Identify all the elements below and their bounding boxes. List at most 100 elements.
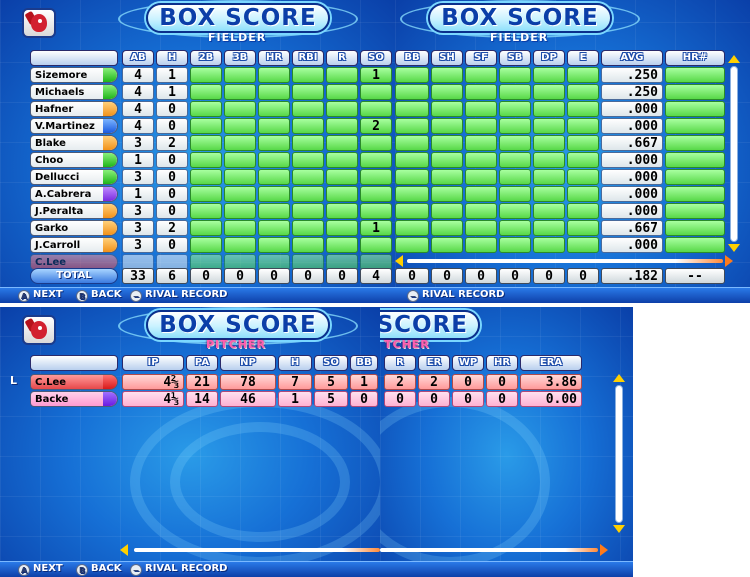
stat-cell-r: 0 (384, 391, 416, 407)
avg-cell: .000 (601, 186, 663, 202)
rival-record-hint[interactable]: − RIVAL RECORD (130, 563, 227, 576)
column-header-dp: DP (533, 50, 565, 66)
player-name[interactable]: A.Cabrera (30, 186, 118, 202)
stat-cell-sb (499, 169, 531, 185)
scroll-up-arrow-icon[interactable] (728, 55, 740, 63)
minus-button-icon: − (130, 564, 142, 576)
vertical-scrollbar[interactable] (730, 66, 738, 242)
horizontal-scrollbar[interactable] (407, 259, 723, 263)
player-name[interactable]: Hafner (30, 101, 118, 117)
stat-cell-hr-no (665, 220, 725, 236)
scroll-down-arrow-icon[interactable] (613, 525, 625, 533)
stat-cell-h: 0 (156, 186, 188, 202)
stat-cell-3b (224, 84, 256, 100)
pitcher-subtitle: PITCHER (206, 338, 266, 351)
stat-cell-so (360, 186, 392, 202)
stat-cell-so (360, 152, 392, 168)
total-cell-avg: .182 (601, 268, 663, 284)
stat-cell-3b (224, 152, 256, 168)
stat-cell-rbi (292, 135, 324, 151)
back-hint[interactable]: B BACK (76, 289, 121, 302)
player-name[interactable]: Blake (30, 135, 118, 151)
button-hint-bar: − RIVAL RECORD (395, 287, 750, 303)
horizontal-scrollbar[interactable] (134, 548, 380, 552)
stat-cell-r: 2 (384, 374, 416, 390)
stat-cell-rbi (292, 169, 324, 185)
rival-record-hint[interactable]: − RIVAL RECORD (407, 289, 504, 302)
stat-cell-sb (499, 203, 531, 219)
next-hint[interactable]: A NEXT (18, 289, 63, 302)
stat-cell-rbi (292, 67, 324, 83)
stat-cell-sh (431, 152, 463, 168)
scroll-left-arrow-icon[interactable] (395, 255, 403, 267)
stat-cell-np: 46 (220, 391, 276, 407)
minus-button-icon: − (130, 290, 142, 302)
player-name[interactable]: J.Carroll (30, 237, 118, 253)
stat-cell-hr-no (665, 169, 725, 185)
minus-button-icon: − (407, 290, 419, 302)
player-name[interactable]: Michaels (30, 84, 118, 100)
column-header-2b: 2B (190, 50, 222, 66)
stat-cell-2b (190, 237, 222, 253)
total-cell-ab: 33 (122, 268, 154, 284)
stat-cell-e (567, 152, 599, 168)
stat-cell-ip: 4⅓ (122, 391, 184, 407)
horizontal-scrollbar[interactable] (380, 548, 598, 552)
stat-cell-sb (499, 101, 531, 117)
player-name[interactable]: Dellucci (30, 169, 118, 185)
player-name[interactable]: Choo (30, 152, 118, 168)
player-position-tab (103, 238, 117, 252)
stat-cell-3b (224, 169, 256, 185)
player-position-tab (103, 153, 117, 167)
player-position-tab (103, 136, 117, 150)
player-name[interactable]: Sizemore (30, 67, 118, 83)
stat-cell-3b (224, 67, 256, 83)
stat-cell-wp: 0 (452, 391, 484, 407)
total-cell-rbi: 0 (292, 268, 324, 284)
column-header-sh: SH (431, 50, 463, 66)
stat-cell-rbi (292, 101, 324, 117)
stat-cell-e (567, 169, 599, 185)
column-header-ab: AB (122, 50, 154, 66)
stat-cell-e (567, 118, 599, 134)
stat-cell-sh (431, 67, 463, 83)
player-name[interactable]: Garko (30, 220, 118, 236)
pitcher-name[interactable]: C.Lee (30, 374, 118, 390)
losing-pitcher-marker: L (10, 374, 18, 387)
column-header-3b: 3B (224, 50, 256, 66)
stat-cell-2b (190, 186, 222, 202)
stat-cell-dp (533, 84, 565, 100)
stat-cell-r (326, 186, 358, 202)
stat-cell-so (360, 84, 392, 100)
stat-cell-hr-no (665, 101, 725, 117)
rival-record-hint[interactable]: − RIVAL RECORD (130, 289, 227, 302)
scroll-left-arrow-icon[interactable] (120, 544, 128, 556)
stat-cell-sh (431, 169, 463, 185)
column-header-sb: SB (499, 50, 531, 66)
scroll-down-arrow-icon[interactable] (728, 244, 740, 252)
stat-cell-ab: 4 (122, 118, 154, 134)
next-hint[interactable]: A NEXT (18, 563, 63, 576)
stat-cell-sf (465, 169, 497, 185)
button-hint-bar: A NEXT B BACK − RIVAL RECORD (0, 561, 380, 577)
total-cell-r: 0 (326, 268, 358, 284)
scroll-right-arrow-icon[interactable] (600, 544, 608, 556)
scroll-right-arrow-icon[interactable] (725, 255, 733, 267)
stat-cell-dp (533, 237, 565, 253)
vertical-scrollbar[interactable] (615, 385, 623, 523)
player-name[interactable]: J.Peralta (30, 203, 118, 219)
stat-cell-sb (499, 135, 531, 151)
stat-cell-ip: 4⅔ (122, 374, 184, 390)
stat-cell-h: 0 (156, 237, 188, 253)
player-name[interactable]: V.Martinez (30, 118, 118, 134)
stat-cell-rbi (292, 152, 324, 168)
stat-cell-hr-no (665, 237, 725, 253)
stat-cell-3b (224, 101, 256, 117)
scroll-up-arrow-icon[interactable] (613, 374, 625, 382)
stat-cell-so (360, 203, 392, 219)
button-hint-bar (380, 561, 633, 577)
column-header-r: R (326, 50, 358, 66)
stat-cell-dp (533, 220, 565, 236)
pitcher-name[interactable]: Backe (30, 391, 118, 407)
back-hint[interactable]: B BACK (76, 563, 121, 576)
